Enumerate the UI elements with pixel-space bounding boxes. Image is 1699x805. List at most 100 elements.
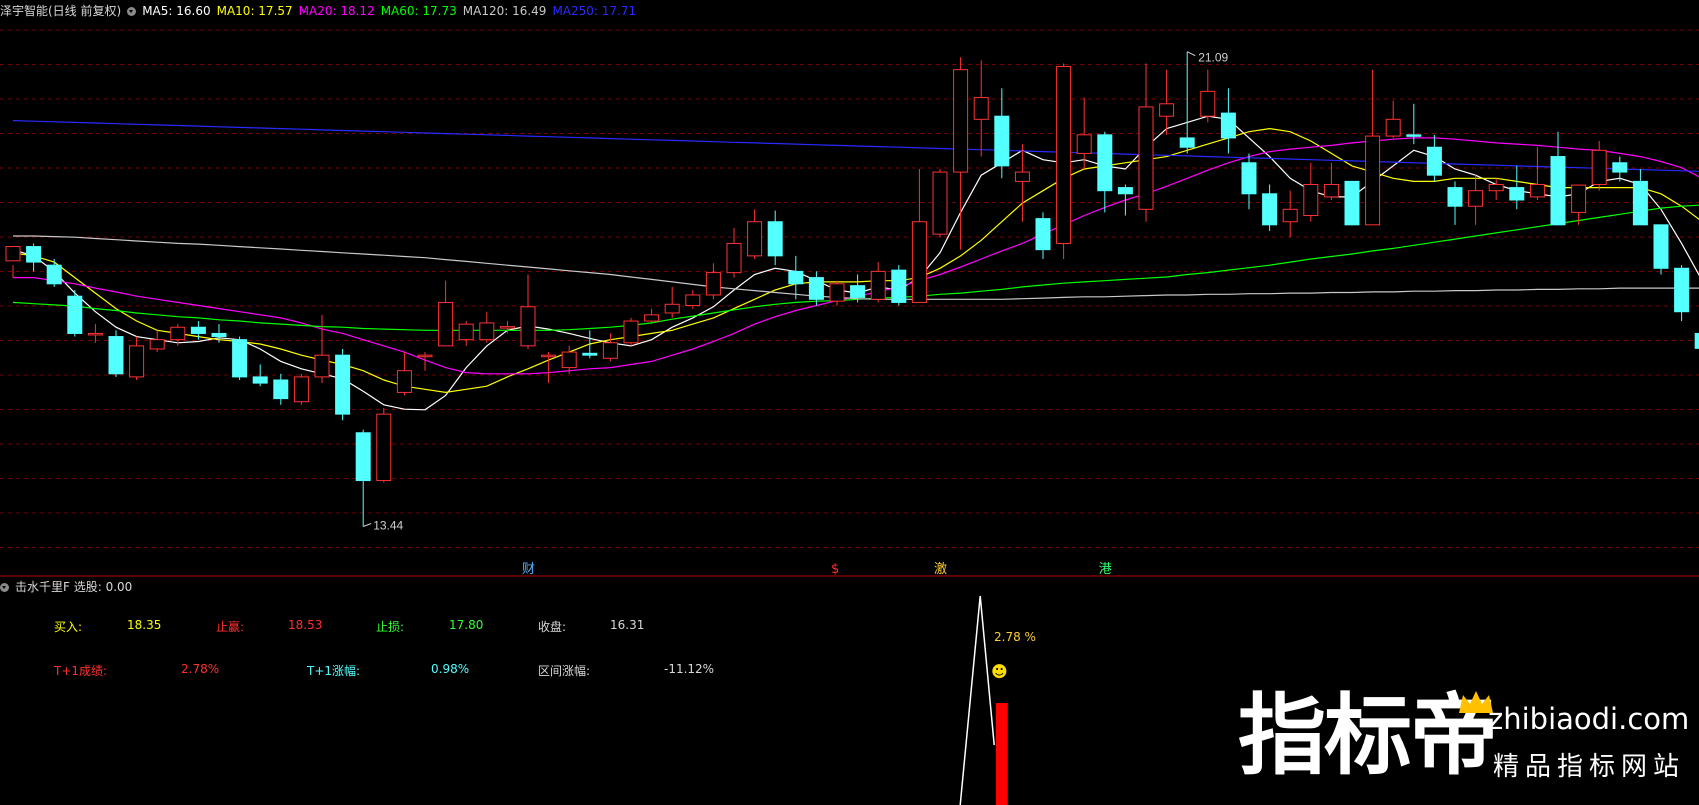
- candle-body: [1200, 90, 1216, 117]
- candle-body: [1138, 106, 1154, 210]
- bar-percent-label: 2.78 %: [994, 630, 1036, 644]
- candle-body: [1282, 208, 1298, 223]
- candle-body: [705, 272, 721, 296]
- stock-title: 泽宇智能(日线 前复权): [0, 4, 122, 18]
- candle-body: [788, 270, 804, 285]
- candle: [438, 280, 454, 347]
- candle: [1282, 190, 1298, 238]
- candle: [1447, 181, 1463, 225]
- collapse-icon[interactable]: [127, 7, 137, 16]
- smiley-icon: ☻: [991, 662, 1008, 681]
- candle-body: [1056, 66, 1072, 244]
- ma-legend: MA5: 16.60 MA10: 17.57 MA20: 18.12 MA60: 17…: [142, 4, 642, 18]
- candle: [1303, 162, 1319, 222]
- candle: [1097, 131, 1113, 213]
- buy-label: 买入:: [54, 620, 83, 634]
- candle: [273, 373, 289, 405]
- indicator-header: 击水千里F 选股: 0.00: [0, 578, 138, 595]
- candle: [541, 352, 557, 384]
- candle-body: [932, 171, 948, 235]
- candle: [623, 317, 639, 346]
- candle: [335, 348, 351, 421]
- event-marker: 财: [522, 562, 535, 577]
- candle: [602, 333, 618, 362]
- t1-result-label: T+1成绩:: [54, 664, 108, 678]
- candle-body: [685, 294, 701, 307]
- candle: [767, 210, 783, 266]
- candle-body: [46, 264, 62, 285]
- indicator-signal-line: [959, 595, 995, 805]
- high-marker-label: 21.09: [1198, 51, 1228, 65]
- candle-body: [417, 354, 433, 358]
- watermark-domain: zhibiaodi.com: [1488, 702, 1690, 736]
- ma-legend-item: MA250: 17.71: [552, 4, 637, 18]
- candle: [1488, 178, 1504, 200]
- candle-body: [355, 432, 371, 482]
- candle-body: [335, 354, 351, 415]
- candle: [1035, 212, 1051, 259]
- candle: [726, 227, 742, 278]
- candle-body: [520, 306, 536, 347]
- candle: [293, 373, 309, 405]
- candle-body: [314, 354, 330, 378]
- candle: [108, 330, 124, 377]
- candle-body: [149, 339, 165, 350]
- candle: [1138, 63, 1154, 222]
- moving-average-lines: [12, 115, 1699, 411]
- candle: [664, 286, 680, 318]
- candle-body: [1571, 184, 1587, 213]
- ma-legend-item: MA10: 17.57: [216, 4, 293, 18]
- event-marker: $: [831, 562, 839, 577]
- stop-loss-value: 17.80: [449, 618, 484, 632]
- candle: [1365, 69, 1381, 226]
- ma-line-ma20: [13, 137, 1699, 375]
- candle: [458, 321, 474, 346]
- watermark-subtitle: 精品指标网站: [1493, 752, 1686, 782]
- candle: [1385, 100, 1401, 138]
- candle-body: [1591, 149, 1607, 185]
- collapse-icon[interactable]: [0, 583, 9, 592]
- candle-body: [602, 342, 618, 359]
- candle: [5, 246, 21, 278]
- candle-body: [767, 221, 783, 257]
- candle-body: [911, 221, 927, 303]
- ma-legend-item: MA5: 16.60: [142, 4, 211, 18]
- buy-value: 18.35: [127, 618, 162, 632]
- take-profit-label: 止赢:: [216, 620, 245, 634]
- candle: [26, 243, 42, 272]
- candle: [1653, 224, 1669, 275]
- ma-legend-item: MA60: 17.73: [380, 4, 457, 18]
- candle-body: [1303, 183, 1319, 217]
- candle-body: [850, 285, 866, 298]
- candle-body: [747, 221, 763, 257]
- candle: [808, 271, 824, 306]
- candle: [87, 324, 103, 343]
- candle-body: [1694, 332, 1699, 349]
- candle: [1550, 131, 1566, 226]
- candle: [1674, 265, 1690, 322]
- candle: [46, 258, 62, 287]
- candle-body: [252, 376, 268, 384]
- event-markers: 财 $ 激 港: [522, 562, 1112, 577]
- stop-loss-label: 止损:: [376, 620, 405, 634]
- candle-body: [541, 354, 557, 358]
- candle-body: [1076, 134, 1092, 154]
- candle: [129, 336, 145, 380]
- candle-body: [808, 277, 824, 300]
- candle-body: [1323, 183, 1339, 198]
- candle-body: [1468, 190, 1484, 207]
- candle-body: [953, 69, 969, 173]
- candle-body: [129, 345, 145, 378]
- candle: [1632, 168, 1648, 226]
- candle-body: [170, 326, 186, 341]
- candle: [1241, 153, 1257, 210]
- candle-body: [1612, 162, 1628, 173]
- low-marker-line: [363, 523, 372, 527]
- close-value: 16.31: [610, 618, 645, 632]
- ma-line-ma5: [12, 115, 1699, 411]
- candle: [994, 88, 1010, 179]
- candle-body: [1365, 135, 1381, 226]
- candle-body: [67, 295, 83, 334]
- high-marker-line: [1186, 51, 1196, 57]
- candle: [149, 330, 165, 353]
